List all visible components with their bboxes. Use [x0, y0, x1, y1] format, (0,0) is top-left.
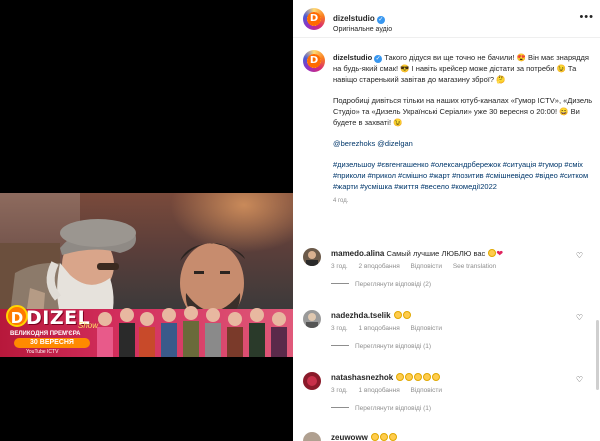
promo-channel: YouTube ICTV	[26, 349, 59, 355]
promo-date: 30 ВЕРЕСНЯ	[14, 338, 90, 348]
commenter-avatar[interactable]	[303, 432, 321, 441]
comment-time[interactable]: 3 год.	[331, 263, 348, 270]
comment-meta: 3 год. 2 вподобання Відповісти See trans…	[331, 263, 505, 270]
audio-label[interactable]: Оригінальне аудіо	[333, 26, 392, 33]
emoji-icon	[388, 433, 397, 441]
view-replies[interactable]: Переглянути відповіді (2)	[331, 281, 431, 288]
comment-time[interactable]: 3 год.	[331, 325, 348, 332]
comment-username[interactable]: natashasnezhok	[331, 373, 393, 382]
caption-hashtags[interactable]: #дизельшоу #євгенгашенко #олександрбереж…	[333, 159, 595, 192]
commenter-avatar[interactable]	[303, 310, 321, 328]
header-username[interactable]: dizelstudio	[333, 14, 375, 23]
comment-item: nadezhda.tselik 3 год. 1 вподобання Відп…	[303, 310, 593, 360]
emoji-icon	[370, 433, 379, 441]
emoji-icon	[432, 373, 441, 381]
post-time[interactable]: 4 год.	[333, 196, 595, 207]
verified-badge-icon: ✓	[374, 55, 383, 63]
comment-meta: 3 год. 1 вподобання Відповісти	[331, 325, 451, 332]
comment-time[interactable]: 3 год.	[331, 387, 348, 394]
commenter-avatar[interactable]	[303, 248, 321, 266]
scrollbar[interactable]	[596, 320, 599, 390]
more-options-icon[interactable]: •••	[579, 11, 594, 23]
comment-username[interactable]: mamedo.alina	[331, 249, 384, 258]
emoji-icon	[405, 373, 414, 381]
emoji-icon	[402, 311, 411, 319]
caption-text-2: Подробиці дивіться тільки на наших ютуб-…	[333, 96, 593, 127]
caption-mentions[interactable]: @berezhoks @dizelgan	[333, 138, 595, 149]
reply-button[interactable]: Відповісти	[411, 387, 442, 394]
video-frame[interactable]: D DIZEL Show ВЕЛИКОДНЯ ПРЕМ'ЄРА 30 ВЕРЕС…	[0, 193, 293, 357]
comment-username[interactable]: nadezhda.tselik	[331, 311, 391, 320]
emoji-icon	[414, 373, 423, 381]
translate-link[interactable]: See translation	[453, 263, 496, 270]
commenter-avatar[interactable]	[303, 372, 321, 390]
post-header: D dizelstudio ✓ Оригінальне аудіо •••	[293, 0, 600, 38]
emoji-icon	[396, 373, 405, 381]
post-panel: D dizelstudio ✓ Оригінальне аудіо ••• D d…	[293, 0, 600, 441]
comment-content: zeuwoww	[331, 432, 571, 441]
comment-item: zeuwoww	[303, 432, 593, 441]
dizel-logo-icon: D	[6, 305, 28, 327]
cast-photos	[97, 306, 287, 357]
promo-line: ВЕЛИКОДНЯ ПРЕМ'ЄРА	[10, 331, 81, 337]
comment-username[interactable]: zeuwoww	[331, 433, 368, 441]
heart-icon[interactable]: ♡	[576, 251, 583, 260]
heart-icon[interactable]: ♡	[576, 375, 583, 384]
reply-button[interactable]: Відповісти	[411, 263, 442, 270]
comment-text: Самый лучшие ЛЮБЛЮ вас	[386, 249, 486, 258]
verified-badge-icon: ✓	[376, 16, 385, 24]
profile-avatar[interactable]: D	[303, 8, 325, 30]
header-user: dizelstudio ✓ Оригінальне аудіо	[333, 8, 392, 33]
caption-username[interactable]: dizelstudio	[333, 53, 372, 62]
comment-meta: 3 год. 1 вподобання Відповісти	[331, 387, 451, 394]
post-caption: dizelstudio ✓ Такого дідуся ви ще точно н…	[333, 52, 595, 207]
media-area[interactable]: D DIZEL Show ВЕЛИКОДНЯ ПРЕМ'ЄРА 30 ВЕРЕС…	[0, 0, 293, 441]
comment-likes[interactable]: 1 вподобання	[359, 387, 400, 394]
caption-avatar[interactable]: D	[303, 50, 325, 72]
instagram-post-view: D DIZEL Show ВЕЛИКОДНЯ ПРЕМ'ЄРА 30 ВЕРЕС…	[0, 0, 600, 441]
reply-button[interactable]: Відповісти	[411, 325, 442, 332]
comment-likes[interactable]: 2 вподобання	[359, 263, 400, 270]
comment-likes[interactable]: 1 вподобання	[359, 325, 400, 332]
comment-content: nadezhda.tselik	[331, 310, 571, 321]
emoji-icon	[379, 433, 388, 441]
heart-icon[interactable]: ♡	[576, 313, 583, 322]
comment-item: mamedo.alina Самый лучшие ЛЮБЛЮ вас ❤ 3 …	[303, 248, 593, 298]
comment-content: natashasnezhok	[331, 372, 571, 383]
view-replies[interactable]: Переглянути відповіді (1)	[331, 343, 431, 350]
heart-emoji-icon: ❤	[496, 249, 504, 258]
comment-content: mamedo.alina Самый лучшие ЛЮБЛЮ вас ❤	[331, 248, 571, 259]
comment-item: natashasnezhok 3 год. 1 вподобання Відпо…	[303, 372, 593, 422]
emoji-icon	[423, 373, 432, 381]
view-replies[interactable]: Переглянути відповіді (1)	[331, 405, 431, 412]
emoji-icon	[393, 311, 402, 319]
